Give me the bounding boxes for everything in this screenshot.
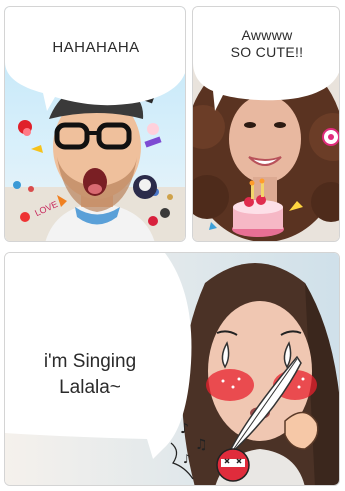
panel-1-caption: HAHAHAHA: [52, 39, 140, 56]
svg-text:♫: ♫: [195, 437, 208, 453]
panel-3-caption: i'm Singing Lalala~: [43, 351, 137, 398]
svg-text:♪: ♪: [180, 421, 189, 437]
photo-panel-2: Awwww SO CUTE!!: [192, 6, 340, 242]
photo-panel-1: LOVE HAHAHAHA: [4, 6, 186, 242]
photo-panel-3: ♪ ♫ ♪ i'm Singing Lalala~: [4, 252, 340, 486]
panel-2-caption: Awwww SO CUTE!!: [230, 27, 304, 60]
svg-text:♪: ♪: [183, 452, 191, 466]
